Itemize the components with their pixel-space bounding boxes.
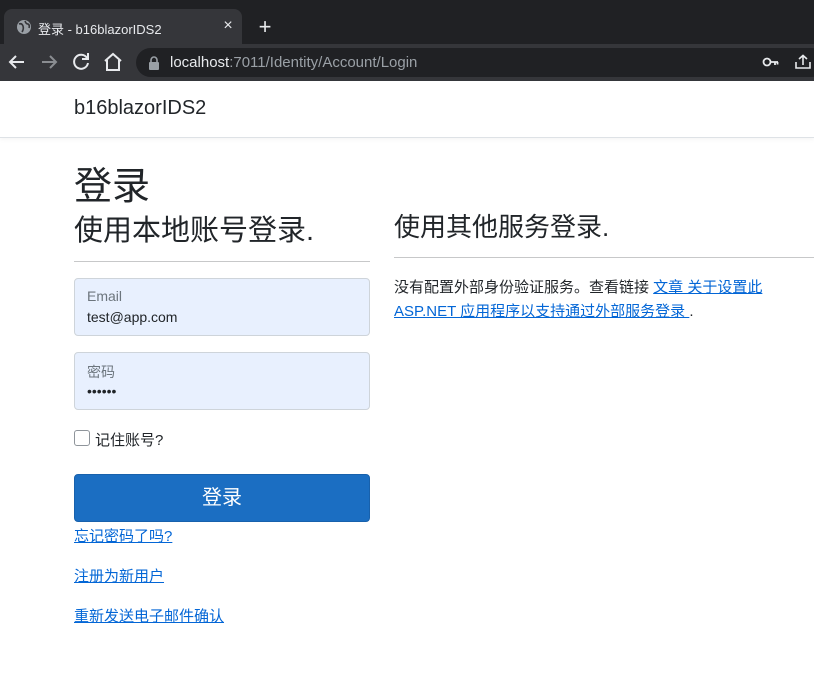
share-icon[interactable] <box>794 54 812 70</box>
reload-icon[interactable] <box>69 50 93 74</box>
address-bar[interactable]: localhost:7011/Identity/Account/Login <box>136 48 814 77</box>
forward-icon[interactable] <box>37 50 61 74</box>
external-login-message: 没有配置外部身份验证服务。查看链接 文章 关于设置此 ASP.NET 应用程序以… <box>394 276 804 324</box>
browser-toolbar: localhost:7011/Identity/Account/Login <box>0 44 814 81</box>
divider <box>74 261 370 262</box>
browser-tabstrip: 登录 - b16blazorIDS2 × + <box>0 0 814 44</box>
login-button[interactable]: 登录 <box>74 474 370 522</box>
external-login-heading: 使用其他服务登录. <box>394 212 610 242</box>
local-login-heading: 使用本地账号登录. <box>74 215 315 247</box>
url-path: :7011/Identity/Account/Login <box>229 54 418 71</box>
home-icon[interactable] <box>101 50 125 74</box>
url-host: localhost <box>170 54 230 71</box>
url-text[interactable]: localhost:7011/Identity/Account/Login <box>170 54 417 71</box>
key-icon[interactable] <box>762 54 780 70</box>
password-input[interactable] <box>87 383 357 399</box>
forgot-password-link[interactable]: 忘记密码了吗? <box>74 525 172 546</box>
navbar-brand[interactable]: b16blazorIDS2 <box>74 97 206 120</box>
external-login-text: 没有配置外部身份验证服务。查看链接 <box>394 279 654 296</box>
external-login-text-end: . <box>689 303 694 320</box>
remember-label[interactable]: 记住账号? <box>95 429 163 450</box>
register-link[interactable]: 注册为新用户 <box>74 565 164 586</box>
email-field[interactable]: Email <box>74 278 370 336</box>
new-tab-button[interactable]: + <box>253 15 277 39</box>
back-icon[interactable] <box>5 50 29 74</box>
resend-confirmation-link[interactable]: 重新发送电子邮件确认 <box>74 605 224 626</box>
page-title: 登录 <box>74 166 151 208</box>
site-navbar: b16blazorIDS2 <box>0 81 814 138</box>
email-label: Email <box>87 288 123 304</box>
globe-icon <box>17 20 31 34</box>
password-label: 密码 <box>87 364 115 380</box>
lock-icon[interactable] <box>148 56 160 70</box>
divider <box>394 257 814 258</box>
email-input[interactable] <box>87 309 357 325</box>
browser-tab[interactable]: 登录 - b16blazorIDS2 × <box>4 9 242 44</box>
remember-checkbox[interactable] <box>74 430 90 446</box>
tab-title: 登录 - b16blazorIDS2 <box>38 22 162 37</box>
password-field[interactable]: 密码 <box>74 352 370 410</box>
close-icon[interactable]: × <box>218 16 238 36</box>
